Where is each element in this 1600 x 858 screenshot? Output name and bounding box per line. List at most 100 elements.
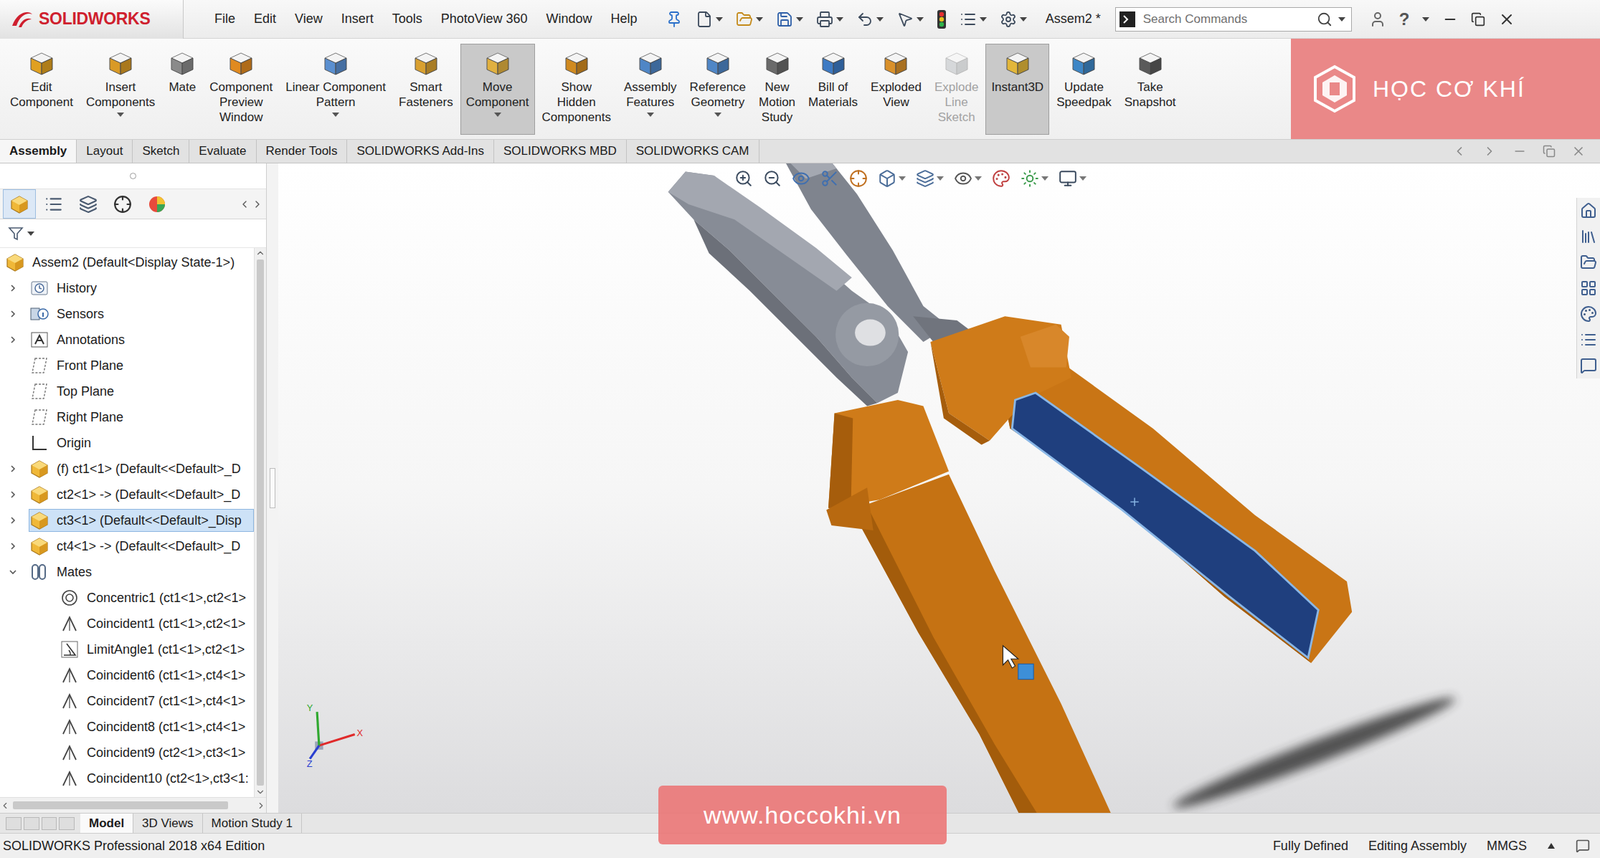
expand-icon[interactable] — [8, 309, 18, 319]
tree-item[interactable]: Front Plane — [0, 352, 254, 379]
command-tab[interactable]: SOLIDWORKS MBD — [494, 139, 627, 163]
menu-item[interactable]: Help — [601, 8, 647, 30]
dropdown-arrow-icon[interactable] — [1422, 17, 1430, 22]
scroll-right-icon[interactable] — [256, 801, 267, 812]
expand-icon[interactable] — [8, 542, 18, 551]
status-item[interactable]: MMGS — [1486, 839, 1527, 855]
scroll-left-icon[interactable] — [0, 801, 11, 812]
menu-item[interactable]: PhotoView 360 — [431, 8, 538, 30]
heads-up-button[interactable] — [991, 169, 1011, 188]
tab-nav-button[interactable] — [58, 817, 75, 831]
heads-up-button[interactable] — [915, 169, 944, 188]
property-manager-tab[interactable] — [37, 189, 71, 219]
dropdown-arrow-icon[interactable] — [898, 176, 906, 181]
design-library-icon[interactable] — [1579, 228, 1598, 246]
ribbon-button[interactable]: ReferenceGeometry — [684, 43, 752, 135]
dropdown-arrow-icon[interactable] — [979, 17, 987, 22]
quick-access-button[interactable] — [775, 10, 804, 28]
ribbon-button[interactable]: Instant3D — [985, 43, 1050, 135]
panel-splitter[interactable] — [266, 163, 279, 814]
tab-nav-button[interactable] — [5, 817, 22, 831]
tree-item[interactable]: Coincident9 (ct2<1>,ct3<1> — [0, 740, 254, 766]
tab-nav-button[interactable] — [41, 817, 58, 831]
appearances-icon[interactable] — [1579, 305, 1598, 323]
menu-item[interactable]: Insert — [332, 8, 383, 30]
dropdown-arrow-icon[interactable] — [646, 112, 655, 117]
tree-item[interactable]: Coincident1 (ct1<1>,ct2<1> — [0, 611, 254, 637]
tree-item[interactable]: Sensors — [0, 301, 254, 328]
command-tab[interactable]: Sketch — [132, 139, 190, 163]
bottom-tab[interactable]: Motion Study 1 — [202, 813, 302, 834]
tree-item[interactable]: Coincident8 (ct1<1>,ct4<1> — [0, 714, 254, 741]
dropdown-arrow-icon[interactable] — [1019, 17, 1027, 22]
heads-up-button[interactable] — [877, 169, 906, 188]
command-tab[interactable]: SOLIDWORKS Add-Ins — [347, 139, 495, 163]
dropdown-arrow-icon[interactable] — [755, 17, 764, 22]
search-box[interactable] — [1115, 7, 1352, 32]
dropdown-arrow-icon[interactable] — [876, 17, 884, 22]
graphics-area[interactable]: XYZ — [278, 163, 1600, 814]
ribbon-button[interactable]: EditComponent — [4, 43, 79, 135]
restore-icon[interactable] — [1470, 12, 1486, 27]
heads-up-button[interactable] — [1020, 169, 1049, 188]
tree-expander[interactable] — [8, 464, 29, 474]
tile-right-icon[interactable] — [1482, 144, 1497, 159]
tree-item[interactable]: Assem2 (Default<Display State-1>) — [0, 249, 254, 276]
ribbon-button[interactable]: InsertComponents — [80, 43, 161, 135]
heads-up-button[interactable] — [734, 169, 754, 188]
forum-icon[interactable] — [1579, 357, 1598, 375]
configuration-tab[interactable] — [71, 189, 105, 219]
ribbon-button[interactable]: Bill ofMaterials — [802, 43, 864, 135]
heads-up-button[interactable] — [1058, 169, 1087, 188]
scroll-left-icon[interactable] — [238, 198, 251, 211]
view-triad[interactable]: XYZ — [306, 702, 364, 770]
ribbon-button[interactable]: SmartFasteners — [393, 43, 459, 135]
tree-item[interactable]: LimitAngle1 (ct1<1>,ct2<1> — [0, 636, 254, 663]
command-tab[interactable]: SOLIDWORKS CAM — [626, 139, 760, 163]
dropdown-arrow-icon[interactable] — [715, 17, 723, 22]
minimize-icon[interactable] — [1512, 144, 1527, 159]
search-input[interactable] — [1141, 11, 1311, 28]
tile-left-icon[interactable] — [1452, 144, 1467, 159]
quick-access-button[interactable] — [959, 10, 987, 28]
bottom-tab[interactable]: Model — [80, 813, 134, 834]
expand-icon[interactable] — [8, 283, 18, 293]
tree-expander[interactable] — [8, 283, 29, 293]
dropdown-arrow-icon[interactable] — [714, 112, 722, 117]
ribbon-button[interactable]: TakeSnapshot — [1118, 43, 1182, 135]
heads-up-button[interactable] — [763, 169, 782, 188]
horizontal-scrollbar[interactable] — [0, 797, 267, 814]
dropdown-arrow-icon[interactable] — [494, 112, 502, 117]
tree-expander[interactable] — [8, 335, 29, 345]
tree-item[interactable]: History — [0, 275, 254, 302]
dropdown-arrow-icon[interactable] — [27, 231, 35, 236]
ribbon-button[interactable]: NewMotionStudy — [753, 43, 802, 135]
expand-icon[interactable] — [8, 335, 18, 345]
tree-expander[interactable] — [8, 542, 29, 551]
view-palette-icon[interactable] — [1579, 279, 1598, 297]
close-icon[interactable] — [1498, 10, 1516, 28]
filter-icon[interactable] — [7, 225, 25, 243]
heads-up-button[interactable] — [791, 169, 811, 188]
dropdown-arrow-icon[interactable] — [1338, 17, 1346, 22]
collapse-icon[interactable] — [8, 567, 18, 577]
scroll-right-icon[interactable] — [251, 198, 264, 211]
search-icon[interactable] — [1316, 11, 1333, 28]
tab-nav-button[interactable] — [23, 817, 40, 831]
quick-access-button[interactable] — [999, 10, 1027, 28]
quick-access-button[interactable] — [816, 10, 844, 28]
tree-item[interactable]: Mates — [0, 559, 254, 586]
tree-expander[interactable] — [8, 309, 29, 319]
command-tab[interactable]: Layout — [76, 139, 133, 163]
restore-icon[interactable] — [1542, 144, 1556, 158]
pliers-model[interactable] — [668, 163, 1460, 814]
tree-item[interactable]: Origin — [0, 430, 254, 457]
ribbon-button[interactable]: ShowHiddenComponents — [536, 43, 617, 135]
dropdown-arrow-icon[interactable] — [936, 176, 944, 181]
expand-icon[interactable] — [8, 516, 18, 525]
scroll-down-icon[interactable] — [255, 787, 266, 798]
ribbon-button[interactable]: Linear ComponentPattern — [279, 43, 392, 135]
dimxpert-tab[interactable] — [106, 189, 140, 219]
tree-item[interactable]: ct3<1> (Default<<Default>_Disp — [0, 507, 254, 534]
custom-properties-icon[interactable] — [1579, 331, 1598, 349]
